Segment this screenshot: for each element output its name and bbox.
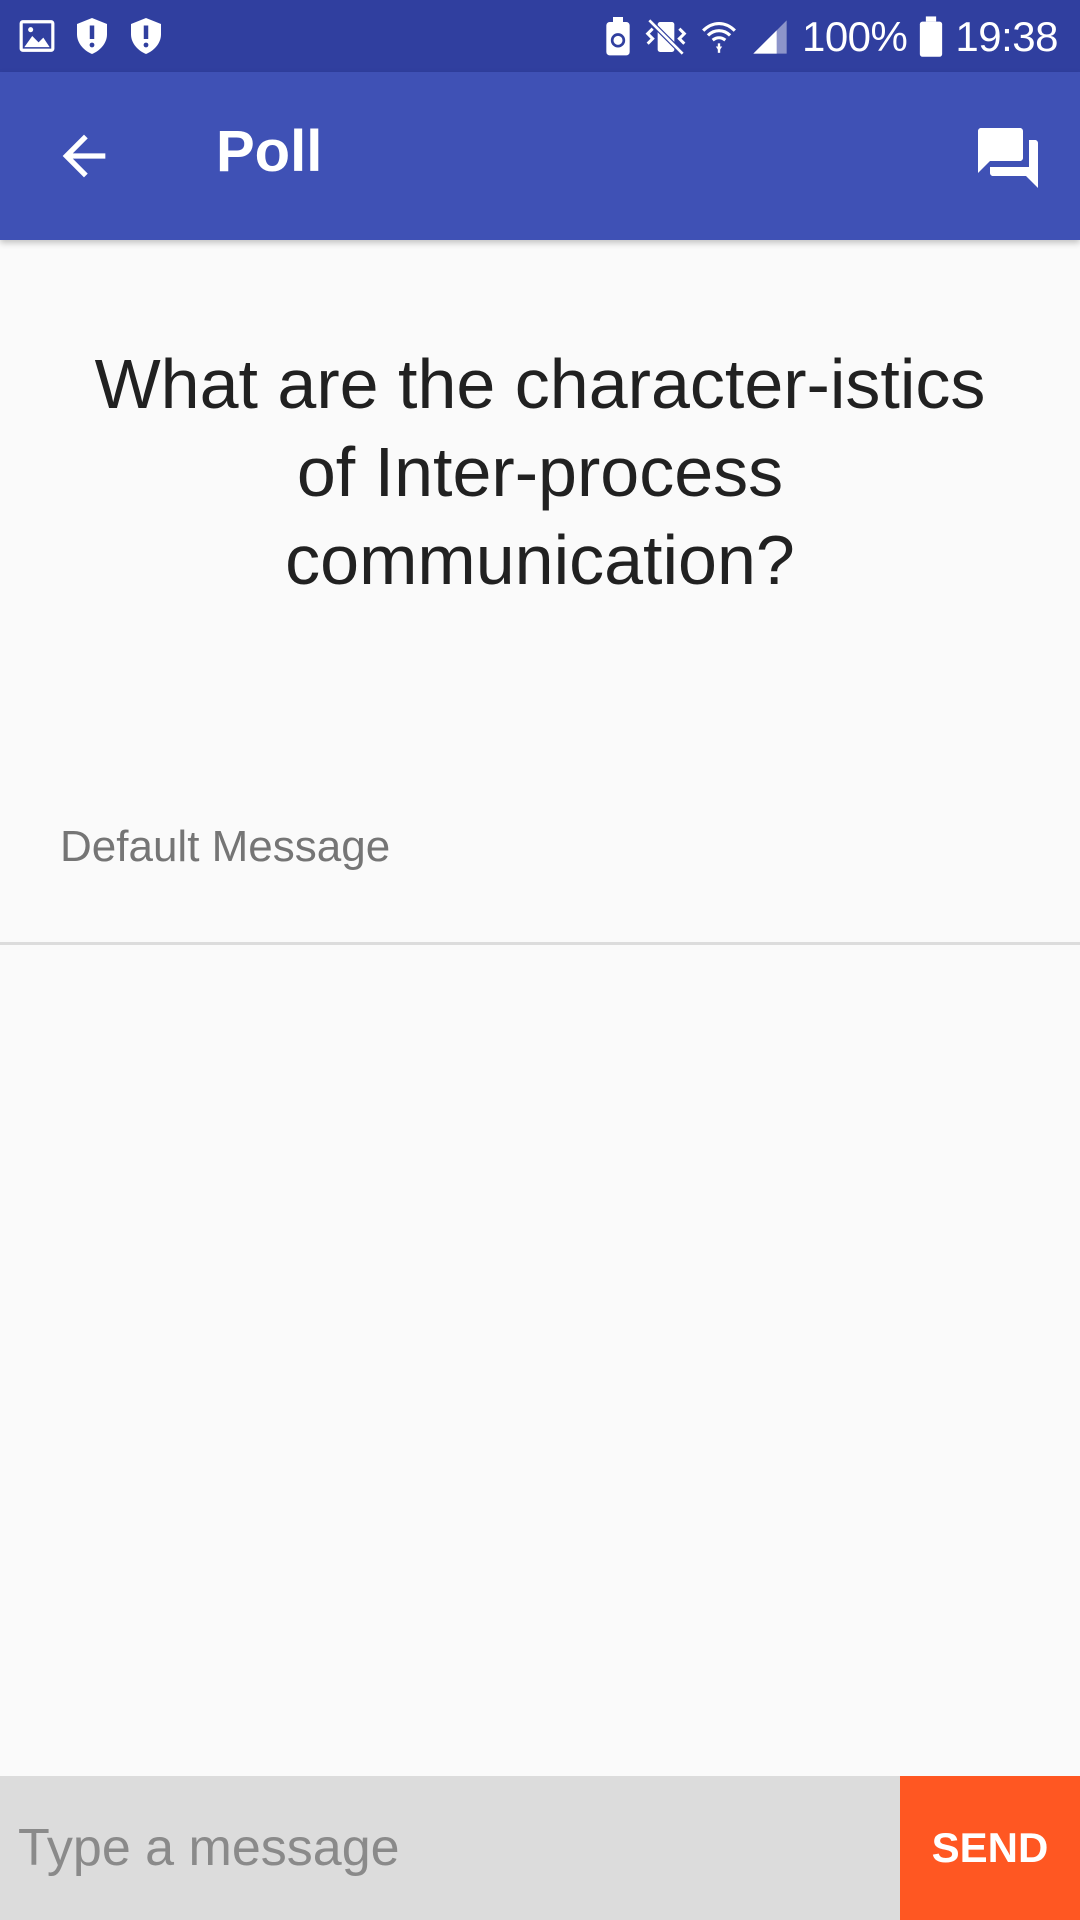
back-button[interactable] (52, 124, 116, 188)
page-title: Poll (216, 119, 323, 184)
default-message[interactable]: Default Message (60, 822, 390, 872)
poll-screen: 100% 19:38 Poll What are the character-i… (0, 0, 1080, 1920)
wifi-icon (700, 17, 738, 57)
chat-bubbles-icon (972, 122, 1044, 194)
status-bar: 100% 19:38 (0, 0, 1080, 72)
battery-icon (919, 16, 943, 58)
gallery-icon (18, 17, 56, 55)
battery-saver-icon (604, 17, 632, 57)
battery-percentage: 100% (801, 13, 908, 60)
divider (0, 942, 1080, 945)
vibrate-mute-icon (644, 17, 688, 57)
arrow-back-icon (52, 124, 116, 188)
message-composer: SEND (0, 1776, 1080, 1920)
chat-button[interactable] (972, 122, 1044, 194)
shield-icon (128, 16, 164, 56)
clock: 19:38 (955, 13, 1058, 60)
status-system-icons: 100% 19:38 (604, 10, 1058, 64)
signal-icon (750, 17, 790, 57)
poll-question: What are the character-istics of Inter-p… (94, 345, 986, 599)
message-input[interactable] (0, 1776, 900, 1920)
status-notification-icons (18, 16, 164, 56)
send-button[interactable]: SEND (900, 1776, 1080, 1920)
app-bar: Poll (0, 72, 1080, 240)
shield-icon (74, 16, 110, 56)
